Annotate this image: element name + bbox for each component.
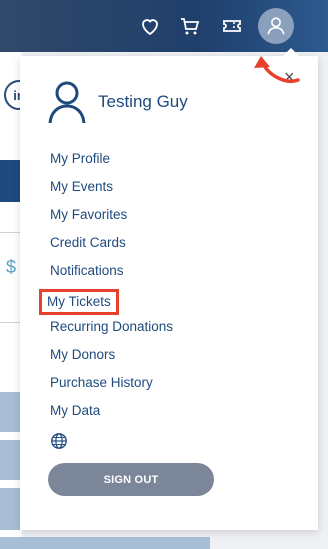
user-account-button[interactable] xyxy=(258,8,294,44)
menu-item-my-favorites[interactable]: My Favorites xyxy=(48,205,175,233)
menu-item-credit-cards[interactable]: Credit Cards xyxy=(48,233,175,261)
background-block xyxy=(0,440,22,480)
user-icon xyxy=(267,17,285,35)
heart-icon[interactable] xyxy=(138,14,162,38)
background-block xyxy=(0,392,22,432)
menu-item-notifications[interactable]: Notifications xyxy=(48,261,175,289)
menu-item-my-events[interactable]: My Events xyxy=(48,177,175,205)
background-block xyxy=(0,537,210,549)
menu-item-my-profile[interactable]: My Profile xyxy=(48,149,175,177)
background-block xyxy=(0,488,22,530)
top-navigation-bar xyxy=(0,0,328,52)
menu-item-my-donors[interactable]: My Donors xyxy=(48,345,175,373)
menu-item-my-data[interactable]: My Data xyxy=(48,401,175,429)
menu-item-my-tickets[interactable]: My Tickets xyxy=(39,289,175,317)
user-icon xyxy=(48,81,86,124)
user-header: Testing Guy xyxy=(48,80,188,124)
menu-item-recurring-donations[interactable]: Recurring Donations xyxy=(48,317,175,345)
background-price: $ xyxy=(6,257,17,277)
red-arrow-annotation xyxy=(254,56,300,83)
globe-icon[interactable] xyxy=(50,432,68,450)
cart-icon[interactable] xyxy=(178,14,202,38)
account-dropdown: × Testing Guy My Profile My Events My Fa… xyxy=(20,48,318,530)
background-divider xyxy=(0,322,22,323)
menu-item-purchase-history[interactable]: Purchase History xyxy=(48,373,175,401)
ticket-icon[interactable] xyxy=(220,14,244,38)
user-name: Testing Guy xyxy=(98,92,188,111)
sign-out-button[interactable]: SIGN OUT xyxy=(48,463,214,496)
background-divider xyxy=(0,232,22,233)
background-page xyxy=(318,52,328,549)
account-menu: My Profile My Events My Favorites Credit… xyxy=(39,149,175,429)
background-bar xyxy=(0,160,22,202)
